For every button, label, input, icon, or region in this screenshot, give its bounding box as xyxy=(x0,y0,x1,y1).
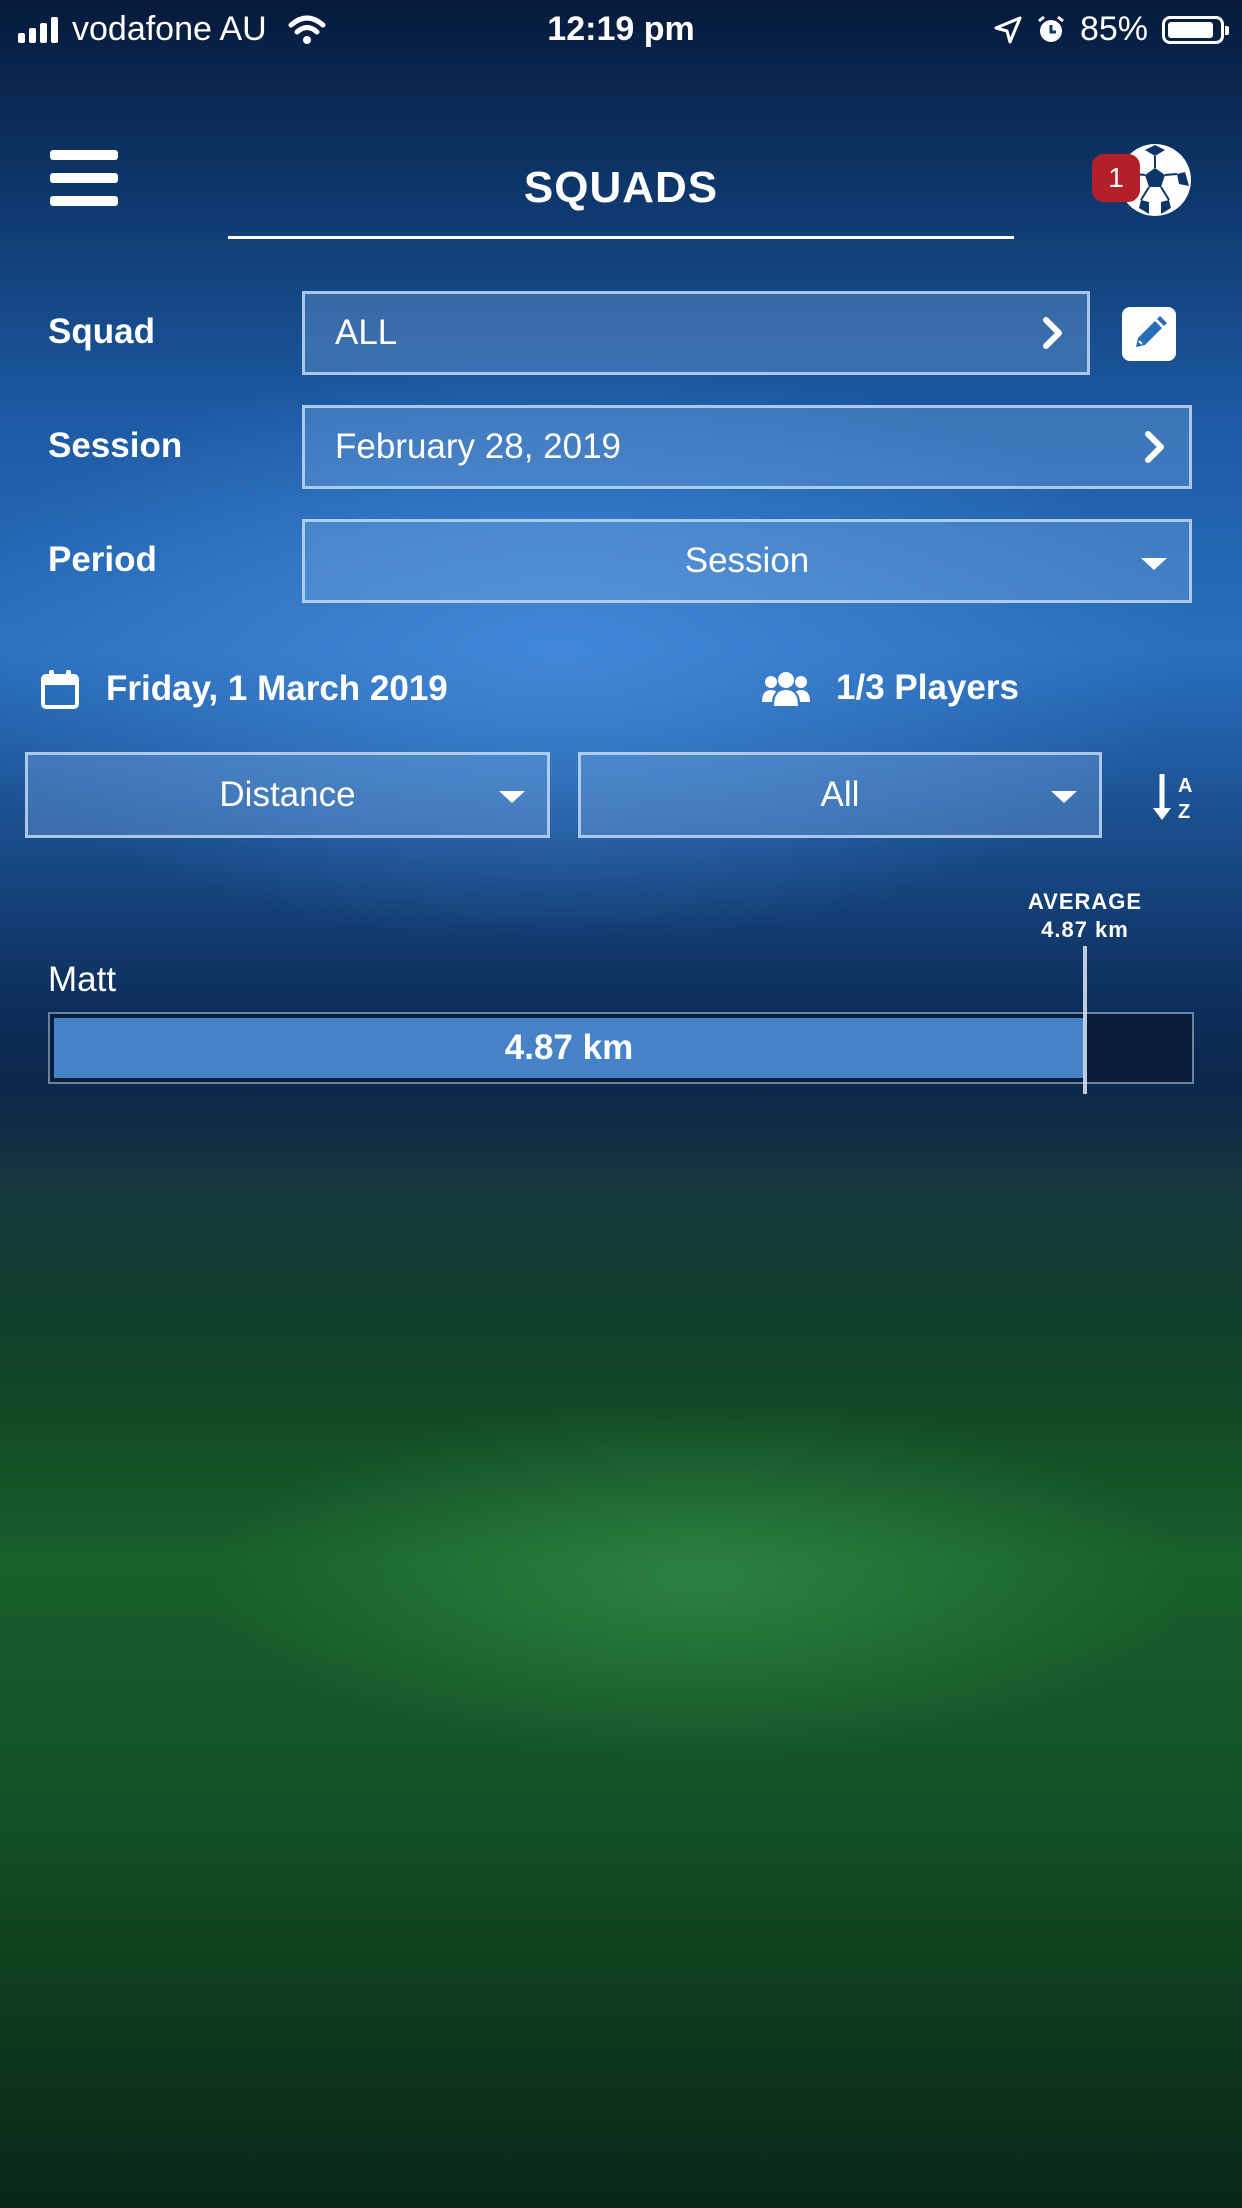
svg-text:Z: Z xyxy=(1178,801,1190,823)
average-value: 4.87 km xyxy=(1041,917,1129,942)
group-value: All xyxy=(820,775,860,814)
session-date-info: Friday, 1 March 2019 xyxy=(40,668,448,710)
svg-text:A: A xyxy=(1178,775,1192,797)
period-dropdown[interactable]: Session xyxy=(302,519,1192,603)
distance-bar-label: 4.87 km xyxy=(504,1028,634,1067)
period-label: Period xyxy=(48,540,157,579)
alarm-icon xyxy=(1038,15,1064,42)
average-line xyxy=(1083,946,1087,1094)
distance-bar-track[interactable]: 4.87 km xyxy=(48,1012,1194,1084)
stadium-background xyxy=(0,1080,1242,1380)
session-date: Friday, 1 March 2019 xyxy=(106,669,448,708)
session-value: February 28, 2019 xyxy=(335,427,622,466)
players-info: 1/3 Players xyxy=(762,668,1019,708)
location-arrow-icon xyxy=(994,16,1022,43)
caret-down-icon xyxy=(1051,791,1077,803)
period-value: Session xyxy=(684,541,810,580)
title-underline xyxy=(228,236,1014,239)
caret-down-icon xyxy=(1141,558,1167,570)
squad-label: Squad xyxy=(48,312,155,351)
status-bar: vodafone AU 12:19 pm 85% xyxy=(0,0,1242,60)
battery-percent: 85% xyxy=(1079,10,1148,48)
page-title: SQUADS xyxy=(523,163,719,212)
metric-dropdown[interactable]: Distance xyxy=(25,752,550,838)
edit-pencil-icon xyxy=(1136,316,1167,347)
pitch-background xyxy=(0,1300,1242,2000)
chevron-right-icon xyxy=(1145,431,1164,463)
player-name: Matt xyxy=(48,960,117,999)
calendar-icon xyxy=(41,670,79,709)
sort-alpha-icon[interactable]: A Z xyxy=(1150,770,1200,824)
chevron-right-icon xyxy=(1043,317,1062,349)
average-marker-label: AVERAGE 4.87 km xyxy=(1000,888,1170,944)
squad-value: ALL xyxy=(335,313,398,352)
menu-icon[interactable] xyxy=(50,150,118,206)
edit-squad-button[interactable] xyxy=(1122,307,1176,361)
average-title: AVERAGE xyxy=(1027,889,1143,914)
session-selector[interactable]: February 28, 2019 xyxy=(302,405,1192,489)
notification-badge: 1 xyxy=(1092,154,1140,202)
session-label: Session xyxy=(48,426,183,465)
players-count: 1/3 Players xyxy=(836,668,1019,707)
caret-down-icon xyxy=(499,791,525,803)
squad-selector[interactable]: ALL xyxy=(302,291,1090,375)
status-right: 85% xyxy=(994,10,1229,49)
players-group-icon xyxy=(762,672,810,706)
battery-icon xyxy=(1162,15,1229,44)
metric-value: Distance xyxy=(219,775,356,814)
group-dropdown[interactable]: All xyxy=(578,752,1102,838)
